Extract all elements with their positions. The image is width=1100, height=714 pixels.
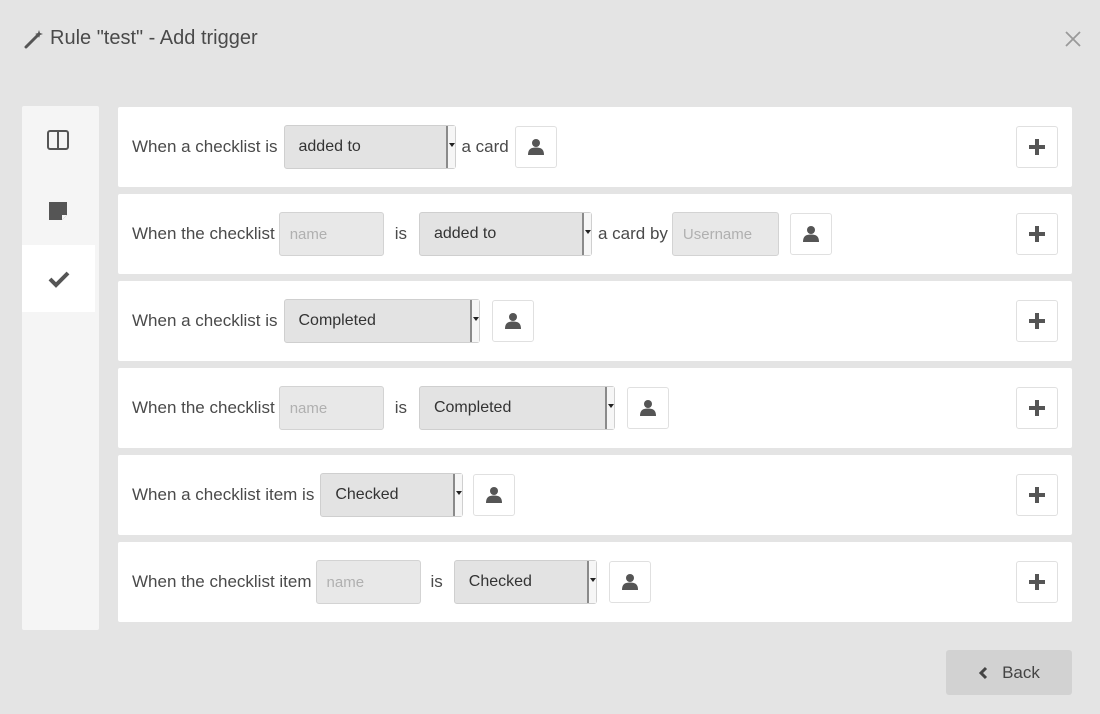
select-value: Checked <box>468 573 532 590</box>
trigger-text: is <box>430 572 443 591</box>
dropdown-arrow-icon <box>445 126 455 168</box>
plus-icon <box>1029 400 1045 416</box>
dropdown-arrow-icon <box>581 213 591 255</box>
add-trigger-button[interactable] <box>1016 387 1058 429</box>
chevron-left-icon <box>978 666 988 679</box>
magic-wand-icon <box>24 29 43 48</box>
trigger-text: When the checklist <box>132 224 275 243</box>
tab-card-triggers[interactable] <box>22 177 94 244</box>
user-filter-button[interactable] <box>473 474 516 516</box>
trigger-text: When a checklist is <box>132 311 278 330</box>
trigger-row: When a checklist is Completed <box>118 281 1072 361</box>
user-icon <box>621 574 638 590</box>
trigger-row: When the checklist item is Checked <box>118 542 1072 622</box>
trigger-text: When a checklist item is <box>132 485 315 504</box>
dropdown-arrow-icon <box>469 300 479 342</box>
add-trigger-button[interactable] <box>1016 213 1058 255</box>
trigger-text: When the checklist item <box>132 572 312 591</box>
user-filter-button[interactable] <box>608 561 651 603</box>
modal-header: Rule "test" - Add trigger <box>0 0 1100 86</box>
tab-checklist-triggers[interactable] <box>22 245 95 312</box>
select-value: Completed <box>298 312 376 329</box>
columns-icon <box>47 129 69 150</box>
plus-icon <box>1029 226 1045 242</box>
add-trigger-button[interactable] <box>1016 474 1058 516</box>
trigger-row: When a checklist is added to a card <box>118 107 1072 187</box>
item-status-select[interactable]: Checked <box>453 560 597 604</box>
trigger-row: When the checklist is Completed <box>118 368 1072 448</box>
user-icon <box>486 487 503 503</box>
select-value: Checked <box>335 486 399 503</box>
back-button[interactable]: Back <box>946 650 1072 695</box>
user-filter-button[interactable] <box>626 387 669 429</box>
plus-icon <box>1029 574 1045 590</box>
user-icon <box>802 226 819 242</box>
trigger-category-sidebar <box>22 106 99 630</box>
user-filter-button[interactable] <box>789 213 832 255</box>
add-trigger-button[interactable] <box>1016 300 1058 342</box>
plus-icon <box>1029 487 1045 503</box>
trigger-text: is <box>394 398 407 417</box>
close-icon <box>1065 31 1081 47</box>
trigger-text: When the checklist <box>132 398 275 417</box>
select-value: added to <box>433 225 497 242</box>
user-icon <box>527 139 544 155</box>
user-filter-button[interactable] <box>491 300 534 342</box>
dialog-title-text: Rule "test" - Add trigger <box>50 27 258 49</box>
action-select[interactable]: added to <box>283 125 456 169</box>
user-icon <box>639 400 656 416</box>
dropdown-arrow-icon <box>586 561 596 603</box>
user-icon <box>504 313 521 329</box>
dropdown-arrow-icon <box>453 474 463 516</box>
sticky-note-icon <box>49 201 67 220</box>
user-filter-button[interactable] <box>514 126 557 168</box>
action-select[interactable]: added to <box>418 212 592 256</box>
trigger-text: a card <box>461 137 509 156</box>
trigger-text: a card by <box>597 224 668 243</box>
checklist-name-input[interactable] <box>278 212 384 256</box>
plus-icon <box>1029 139 1045 155</box>
plus-icon <box>1029 313 1045 329</box>
item-status-select[interactable]: Checked <box>320 473 464 517</box>
close-button[interactable] <box>1062 28 1084 50</box>
username-input[interactable] <box>671 212 779 256</box>
trigger-row: When the checklist is added to a card by <box>118 194 1072 274</box>
check-icon <box>48 271 69 288</box>
select-value: Completed <box>433 399 512 416</box>
add-trigger-button[interactable] <box>1016 126 1058 168</box>
trigger-row: When a checklist item is Checked <box>118 455 1072 535</box>
item-name-input[interactable] <box>315 560 421 604</box>
trigger-text: When a checklist is <box>132 137 278 156</box>
tab-board-triggers[interactable] <box>22 106 94 173</box>
add-trigger-button[interactable] <box>1016 561 1058 603</box>
status-select[interactable]: Completed <box>283 299 480 343</box>
back-label: Back <box>1002 662 1040 682</box>
select-value: added to <box>298 138 361 155</box>
dialog-title: Rule "test" - Add trigger <box>24 27 258 50</box>
status-select[interactable]: Completed <box>418 386 615 430</box>
trigger-text: is <box>394 224 407 243</box>
dropdown-arrow-icon <box>604 387 614 429</box>
checklist-name-input[interactable] <box>278 386 384 430</box>
